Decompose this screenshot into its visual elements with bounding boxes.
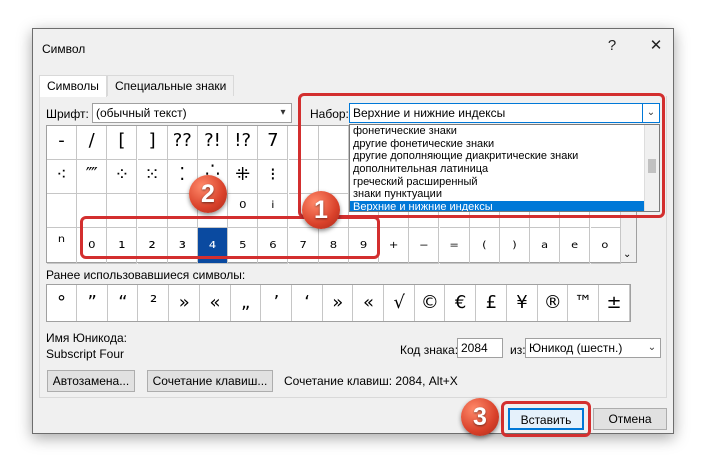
font-label: Шрифт: (46, 107, 89, 121)
symbol-cell[interactable]: ?? (167, 126, 198, 160)
symbol-cell[interactable]: ⁙ (137, 160, 168, 194)
font-value: (обычный текст) (96, 106, 187, 120)
symbol-cell[interactable]: / (77, 126, 108, 160)
recent-symbol-cell[interactable]: © (415, 285, 446, 321)
scroll-down-icon[interactable]: ⌄ (623, 249, 631, 260)
unicode-name-value: Subscript Four (46, 347, 125, 361)
recent-symbol-cell[interactable]: ° (47, 285, 77, 321)
shortcut-key-text: Сочетание клавиш: 2084, Alt+X (284, 374, 458, 388)
recent-symbol-cell[interactable]: ™ (569, 285, 599, 321)
symbol-cell[interactable]: ‐ (47, 126, 77, 160)
autocorrect-button[interactable]: Автозамена... (47, 370, 135, 392)
recent-symbol-cell[interactable]: ” (78, 285, 108, 321)
symbol-cell[interactable]: ⁜ (228, 160, 259, 194)
symbol-cell[interactable]: ₎ (500, 228, 530, 264)
recent-symbol-cell[interactable]: £ (477, 285, 507, 321)
symbol-cell[interactable]: ⁿ (47, 228, 77, 264)
step-badge-1: 1 (302, 191, 340, 229)
unicode-name-label: Имя Юникода: (46, 331, 127, 345)
from-value: Юникод (шестн.) (529, 341, 623, 355)
recent-symbol-cell[interactable]: ± (600, 285, 630, 321)
tab-symbols[interactable]: Символы (39, 75, 107, 97)
symbol-cell[interactable]: ₍ (469, 228, 500, 264)
highlight-subset-box (298, 93, 665, 218)
close-button[interactable]: ✕ (643, 35, 669, 57)
recent-symbol-cell[interactable]: „ (231, 285, 262, 321)
recent-symbol-cell[interactable]: « (201, 285, 231, 321)
symbol-cell[interactable]: ₊ (379, 228, 410, 264)
recent-symbol-cell[interactable]: ¥ (508, 285, 538, 321)
symbol-cell[interactable]: ₋ (409, 228, 440, 264)
step-badge-3: 3 (461, 398, 499, 436)
symbol-cell[interactable]: ⁝ (258, 160, 289, 194)
shortcut-key-button[interactable]: Сочетание клавиш... (147, 370, 273, 392)
recent-symbol-cell[interactable]: ² (139, 285, 170, 321)
recent-symbol-cell[interactable]: € (446, 285, 477, 321)
from-label: из: (510, 343, 526, 357)
symbol-cell[interactable]: ?! (198, 126, 228, 160)
symbol-cell[interactable]: ⁗ (77, 160, 108, 194)
font-select[interactable]: (обычный текст) ▾ (92, 103, 292, 123)
recent-symbol-cell[interactable]: ® (538, 285, 569, 321)
symbol-cell[interactable] (47, 194, 77, 228)
recent-symbols-grid[interactable]: °” “²» «„’ ‘» «√ © € £ ¥ ® ™ ± (46, 284, 631, 322)
dialog-title: Символ (42, 42, 86, 56)
recent-symbol-cell[interactable]: ‘ (293, 285, 323, 321)
chevron-down-icon: ▾ (280, 107, 286, 118)
recent-symbols-label: Ранее использовавшиеся символы: (46, 268, 246, 282)
recent-symbol-cell[interactable]: » (323, 285, 354, 321)
symbol-cell[interactable]: ₑ (560, 228, 591, 264)
symbol-cell[interactable]: ₐ (530, 228, 561, 264)
recent-symbol-cell[interactable]: “ (108, 285, 139, 321)
code-label: Код знака: (400, 343, 459, 357)
symbol-cell[interactable]: ] (137, 126, 168, 160)
step-badge-2: 2 (189, 175, 227, 213)
from-select[interactable]: Юникод (шестн.) ⌄ (525, 338, 661, 358)
recent-symbol-cell[interactable]: √ (385, 285, 415, 321)
highlight-insert-box (501, 401, 591, 437)
symbol-cell[interactable]: 7 (258, 126, 289, 160)
symbol-cell[interactable]: [ (107, 126, 138, 160)
symbol-cell[interactable]: ⁘ (107, 160, 138, 194)
symbol-cell[interactable]: !? (228, 126, 259, 160)
symbol-cell[interactable]: ₒ (590, 228, 621, 264)
symbol-cell[interactable]: ₌ (439, 228, 470, 264)
recent-symbol-cell[interactable]: » (170, 285, 200, 321)
recent-symbol-cell[interactable]: « (354, 285, 384, 321)
cancel-button[interactable]: Отмена (593, 408, 667, 430)
recent-symbol-cell[interactable]: ’ (262, 285, 292, 321)
help-button[interactable]: ? (599, 35, 625, 57)
tab-special-characters[interactable]: Специальные знаки (107, 75, 235, 96)
symbol-cell[interactable]: ⁖ (47, 160, 77, 194)
chevron-down-icon: ⌄ (647, 342, 657, 353)
code-input[interactable]: 2084 (457, 338, 503, 358)
